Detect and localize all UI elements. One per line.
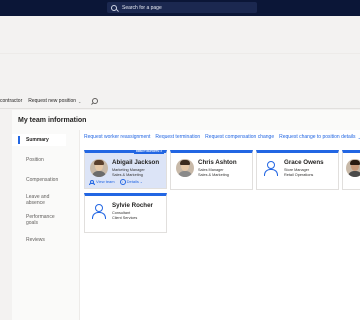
employee-card-chris-ashton[interactable]: Chris Ashton Sales Manager Sales & Marke… — [170, 150, 253, 190]
search-icon[interactable] — [91, 97, 99, 105]
toolbar-item-label: Request new position — [28, 98, 77, 104]
request-worker-reassignment-link[interactable]: Request worker reassignment — [84, 134, 150, 140]
global-search[interactable]: Search for a page — [107, 2, 257, 13]
nav-item-label: Summary — [26, 137, 49, 143]
nav-item-position[interactable]: Position — [12, 154, 66, 166]
nav-item-leave-and-absence[interactable]: Leave and absence — [12, 194, 66, 206]
request-termination-link[interactable]: Request termination — [155, 134, 200, 140]
chevron-down-icon: ⌄ — [139, 179, 143, 184]
nav-item-label: Leave and absence — [26, 194, 50, 206]
person-icon — [264, 161, 278, 177]
people-icon — [89, 179, 95, 185]
employee-name: Abigail Jackson — [112, 159, 160, 166]
avatar-hair — [94, 160, 104, 165]
nav-item-label: Performance goals — [26, 214, 55, 226]
info-icon — [119, 178, 126, 185]
employee-name: Chris Ashton — [198, 159, 237, 166]
details-label: Details — [126, 179, 139, 184]
employee-card-abigail-jackson[interactable]: DIRECT REPORTS: 2 Abigail Jackson Market… — [84, 150, 167, 189]
direct-reports-badge: DIRECT REPORTS: 2 — [134, 150, 164, 154]
employee-department: Client Services — [112, 216, 138, 220]
nav-item-label: Reviews — [26, 237, 45, 243]
action-label: Request change to position details — [279, 134, 356, 140]
employee-name: Grace Owens — [284, 159, 324, 166]
toolbar-item-contractor[interactable]: contractor — [0, 98, 22, 104]
view-team-button[interactable]: View team — [89, 179, 115, 185]
chevron-down-icon: ⌄ — [78, 98, 82, 104]
summary-actions: Request worker reassignment Request term… — [84, 134, 360, 140]
avatar — [346, 159, 360, 177]
avatar — [176, 159, 194, 177]
employee-department: Sales & Marketing — [198, 173, 229, 177]
employee-card-grace-owens[interactable]: Grace Owens Store Manager Retail Operati… — [256, 150, 339, 190]
toolbar-item-label: contractor — [0, 98, 23, 104]
header-band — [0, 16, 360, 54]
employee-role: Consultant — [112, 211, 131, 215]
nav-item-summary[interactable]: Summary — [12, 134, 66, 146]
avatar-hair — [180, 160, 190, 165]
nav-item-label: Compensation — [26, 177, 59, 183]
action-label: Request worker reassignment — [84, 134, 151, 140]
employee-card-sylvie-rocher[interactable]: Sylvie Rocher Consultant Client Services — [84, 193, 167, 233]
nav-item-reviews[interactable]: Reviews — [12, 234, 66, 246]
search-icon — [111, 4, 117, 11]
avatar-body — [348, 171, 360, 177]
employee-department: Retail Operations — [284, 173, 314, 177]
action-label: Request compensation change — [205, 134, 275, 140]
search-placeholder: Search for a page — [122, 4, 162, 11]
employee-role: Store Manager — [284, 168, 310, 172]
top-bar: Search for a page — [0, 0, 360, 16]
nav-item-performance-goals[interactable]: Performance goals — [12, 214, 66, 226]
view-team-label: View team — [96, 179, 115, 184]
nav-item-label: Position — [26, 157, 44, 163]
action-label: Request termination — [155, 134, 201, 140]
nav-item-compensation[interactable]: Compensation — [12, 174, 66, 186]
left-nav: Summary Position Compensation Leave and … — [0, 130, 66, 320]
person-icon — [92, 204, 106, 220]
employee-role: Marketing Manager — [112, 168, 145, 172]
avatar-body — [178, 171, 192, 177]
employee-department: Sales & Marketing — [112, 173, 143, 177]
request-new-position-button[interactable]: Request new position ⌄ — [28, 98, 81, 104]
request-compensation-change-link[interactable]: Request compensation change — [205, 134, 274, 140]
avatar — [90, 159, 108, 177]
employee-name: Sylvie Rocher — [112, 202, 153, 209]
avatar-body — [92, 171, 106, 177]
action-toolbar: contractor Request new position ⌄ — [0, 94, 360, 109]
page-title: My team information — [18, 117, 87, 124]
request-change-position-details-link[interactable]: Request change to position details ⌄ — [279, 134, 360, 140]
card-footer: View team Details ⌄ — [89, 178, 148, 185]
employee-role: Sales Manager — [198, 168, 224, 172]
details-button[interactable]: Details ⌄ — [119, 178, 143, 185]
avatar-hair — [350, 160, 360, 165]
employee-card-partial[interactable] — [342, 150, 360, 190]
